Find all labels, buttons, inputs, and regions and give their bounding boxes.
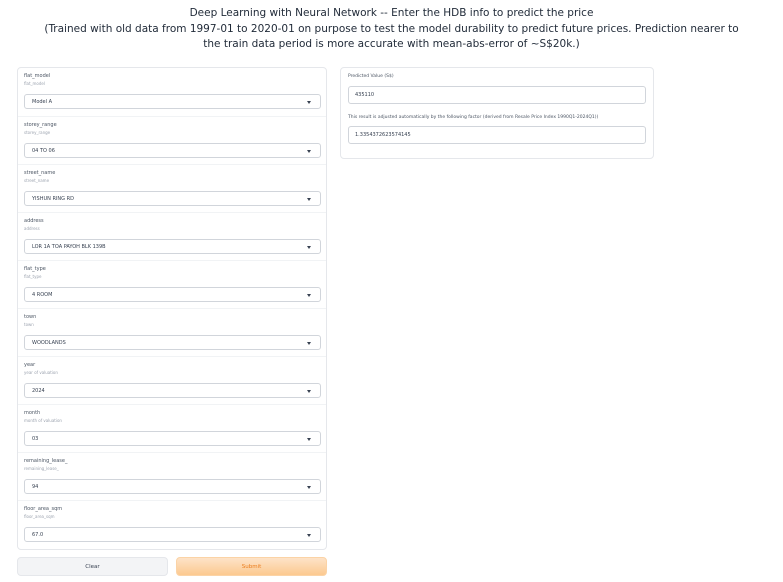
field-label: year	[24, 362, 36, 368]
dropdown-value: 67.0	[32, 532, 44, 538]
field-label: street_name	[24, 170, 56, 176]
street-name-dropdown[interactable]: YISHUN RING RD	[24, 191, 321, 206]
input-form: flat_model flat_model Model A storey_ran…	[17, 67, 327, 550]
dropdown-value: YISHUN RING RD	[32, 196, 74, 202]
field-remaining-lease: remaining_lease_ remaining_lease_ 94	[18, 452, 326, 501]
title-line-1: Deep Learning with Neural Network -- Ent…	[189, 7, 594, 19]
field-info: remaining_lease_	[24, 466, 59, 471]
chevron-down-icon	[307, 438, 311, 441]
field-flat-model: flat_model flat_model Model A	[18, 68, 326, 116]
flat-type-dropdown[interactable]: 4 ROOM	[24, 287, 321, 302]
field-info: street_name	[24, 178, 50, 183]
dropdown-value: 2024	[32, 388, 45, 394]
chevron-down-icon	[307, 486, 311, 489]
field-label: storey_range	[24, 122, 57, 128]
field-month: month month of valuation 03	[18, 404, 326, 453]
chevron-down-icon	[307, 101, 311, 104]
title-line-3: the train data period is more accurate w…	[203, 38, 580, 50]
adjustment-factor-value: 1.3354372623574145	[355, 132, 411, 138]
chevron-down-icon	[307, 294, 311, 297]
field-label: floor_area_sqm	[24, 506, 63, 512]
predicted-value: 435110	[355, 92, 375, 98]
field-label: month	[24, 410, 41, 416]
field-label: remaining_lease_	[24, 458, 68, 464]
output-panel: Predicted Value (S$) 435110 This result …	[340, 67, 654, 159]
chevron-down-icon	[307, 390, 311, 393]
predicted-value-label: Predicted Value (S$)	[348, 74, 394, 79]
submit-button[interactable]: Submit	[176, 557, 327, 576]
dropdown-value: LOR 1A TOA PAYOH BLK 139B	[32, 244, 106, 250]
field-label: flat_model	[24, 73, 51, 79]
chevron-down-icon	[307, 342, 311, 345]
predicted-value-field[interactable]: 435110	[348, 86, 646, 104]
adjustment-factor-label: This result is adjusted automatically by…	[348, 115, 599, 120]
field-info: flat_model	[24, 81, 45, 86]
page-title: Deep Learning with Neural Network -- Ent…	[0, 6, 783, 53]
field-year: year year of valuation 2024	[18, 356, 326, 405]
field-info: month of valuation	[24, 418, 62, 423]
storey-range-dropdown[interactable]: 04 TO 06	[24, 143, 321, 158]
dropdown-value: 94	[32, 484, 39, 490]
field-label: address	[24, 218, 44, 224]
dropdown-value: 4 ROOM	[32, 292, 53, 298]
field-info: flat_type	[24, 274, 42, 279]
dropdown-value: 03	[32, 436, 39, 442]
field-town: town town WOODLANDS	[18, 308, 326, 357]
field-info: storey_range	[24, 130, 51, 135]
field-info: year of valuation	[24, 370, 58, 375]
flat-model-dropdown[interactable]: Model A	[24, 94, 321, 109]
chevron-down-icon	[307, 534, 311, 537]
floor-area-dropdown[interactable]: 67.0	[24, 527, 321, 542]
dropdown-value: Model A	[32, 99, 53, 105]
field-floor-area: floor_area_sqm floor_area_sqm 67.0	[18, 500, 326, 549]
field-flat-type: flat_type flat_type 4 ROOM	[18, 260, 326, 309]
field-label: flat_type	[24, 266, 46, 272]
year-dropdown[interactable]: 2024	[24, 383, 321, 398]
title-line-2: (Trained with old data from 1997-01 to 2…	[44, 22, 739, 35]
dropdown-value: 04 TO 06	[32, 148, 55, 154]
field-label: town	[24, 314, 37, 320]
field-info: address	[24, 226, 40, 231]
chevron-down-icon	[307, 246, 311, 249]
chevron-down-icon	[307, 150, 311, 153]
clear-button[interactable]: Clear	[17, 557, 168, 576]
field-storey-range: storey_range storey_range 04 TO 06	[18, 116, 326, 165]
field-info: floor_area_sqm	[24, 514, 55, 519]
field-address: address address LOR 1A TOA PAYOH BLK 139…	[18, 212, 326, 261]
address-dropdown[interactable]: LOR 1A TOA PAYOH BLK 139B	[24, 239, 321, 254]
adjustment-factor-field[interactable]: 1.3354372623574145	[348, 126, 646, 144]
field-street-name: street_name street_name YISHUN RING RD	[18, 164, 326, 213]
month-dropdown[interactable]: 03	[24, 431, 321, 446]
field-info: town	[24, 322, 34, 327]
town-dropdown[interactable]: WOODLANDS	[24, 335, 321, 350]
remaining-lease-dropdown[interactable]: 94	[24, 479, 321, 494]
dropdown-value: WOODLANDS	[32, 340, 66, 346]
chevron-down-icon	[307, 198, 311, 201]
